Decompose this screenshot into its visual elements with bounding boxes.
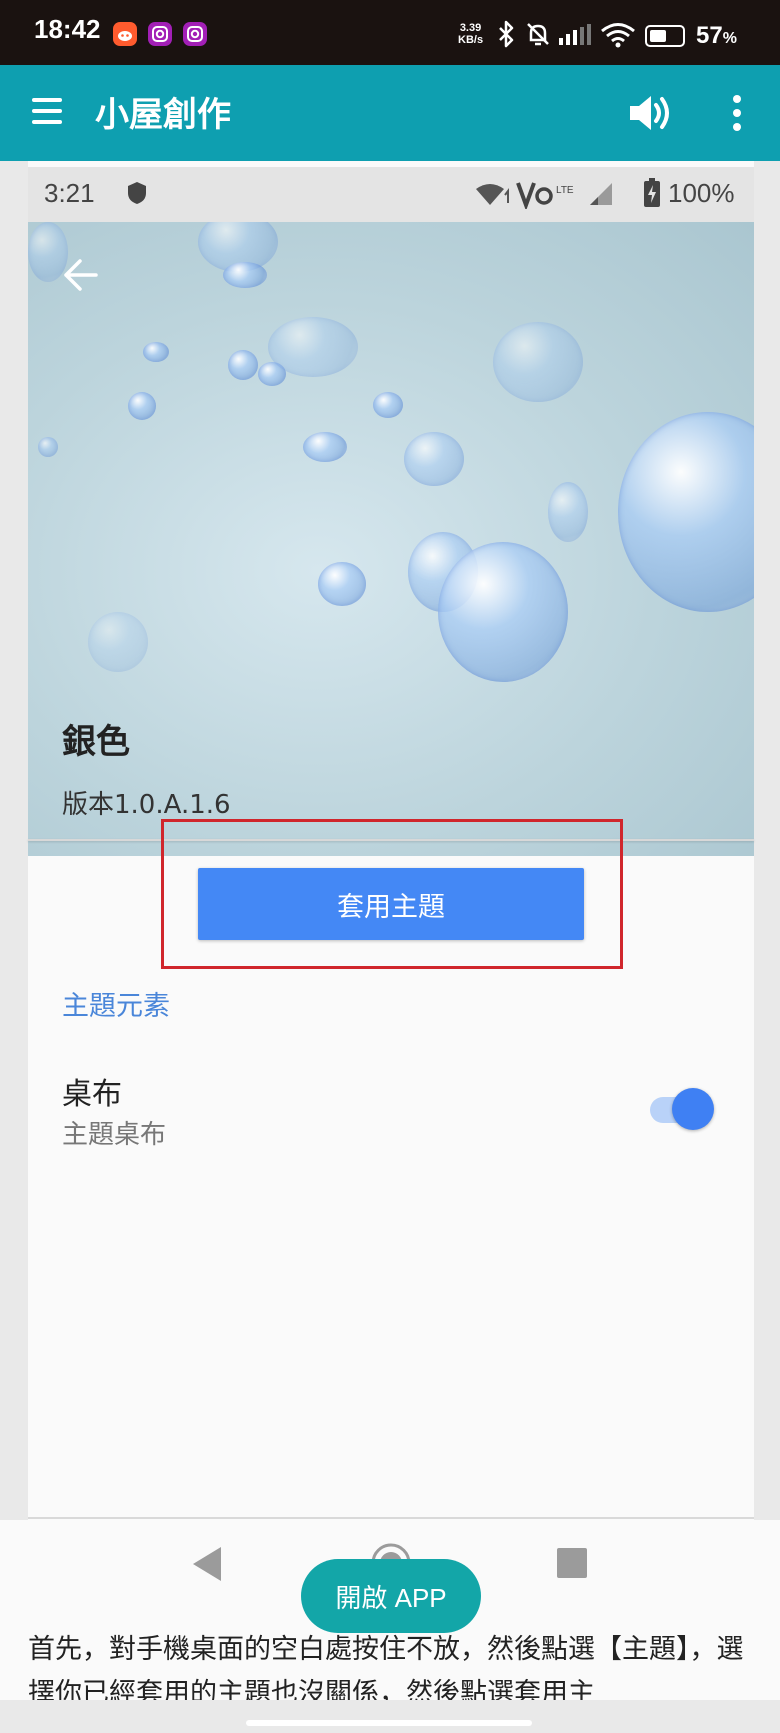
bell-off-icon (527, 23, 549, 46)
battery-percent: 57% (696, 22, 737, 49)
more-vert-icon[interactable] (720, 89, 754, 137)
inner-status-bar: 3:21 LTE 100% (28, 167, 754, 222)
theme-preview-image (28, 222, 754, 856)
svg-text:LTE: LTE (556, 185, 574, 196)
wallpaper-sublabel: 主題桌布 (62, 1120, 167, 1150)
gesture-bar (0, 1700, 780, 1733)
open-app-button[interactable]: 開啟 APP (301, 1559, 481, 1633)
speaker-icon[interactable] (626, 91, 674, 135)
wallpaper-label: 桌布 (62, 1077, 122, 1112)
menu-icon[interactable] (26, 89, 70, 133)
instagram-icon (183, 22, 207, 46)
wifi-icon (601, 23, 635, 48)
wifi-icon (476, 184, 509, 205)
section-label: 主題元素 (62, 991, 170, 1022)
instagram-icon (148, 22, 172, 46)
divider (28, 1517, 754, 1519)
theme-name: 銀色 (62, 722, 130, 762)
theme-screenshot: 3:21 LTE 100% 銀色 版本1.0.A.1.6 套用主題 主題元素 桌… (28, 161, 754, 1520)
toggle-knob (672, 1088, 714, 1130)
network-speed: 3.39 KB/s (458, 22, 483, 46)
battery-charging-icon (644, 178, 660, 207)
nav-recents-icon[interactable] (556, 1547, 588, 1579)
app-title: 小屋創作 (95, 95, 231, 135)
reddit-icon (113, 22, 137, 46)
nav-back-icon[interactable] (190, 1545, 224, 1583)
cell-signal-icon (590, 183, 612, 205)
back-arrow-icon[interactable] (62, 258, 100, 292)
network-speed-unit: KB/s (458, 34, 484, 46)
gesture-handle[interactable] (246, 1720, 532, 1726)
volte-icon: LTE (516, 182, 574, 209)
bluetooth-icon (499, 20, 514, 48)
highlight-box (161, 819, 623, 969)
shield-icon (128, 182, 146, 204)
status-bar: 18:42 3.39 KB/s 57% (0, 0, 780, 65)
app-bar: 小屋創作 (0, 65, 780, 161)
status-time: 18:42 (34, 14, 101, 44)
inner-battery-percent: 100% (668, 178, 735, 208)
theme-version: 版本1.0.A.1.6 (62, 790, 231, 820)
cell-signal-icon (559, 24, 591, 45)
battery-icon (645, 25, 685, 47)
inner-status-time: 3:21 (44, 178, 95, 208)
network-speed-value: 3.39 (459, 22, 482, 34)
